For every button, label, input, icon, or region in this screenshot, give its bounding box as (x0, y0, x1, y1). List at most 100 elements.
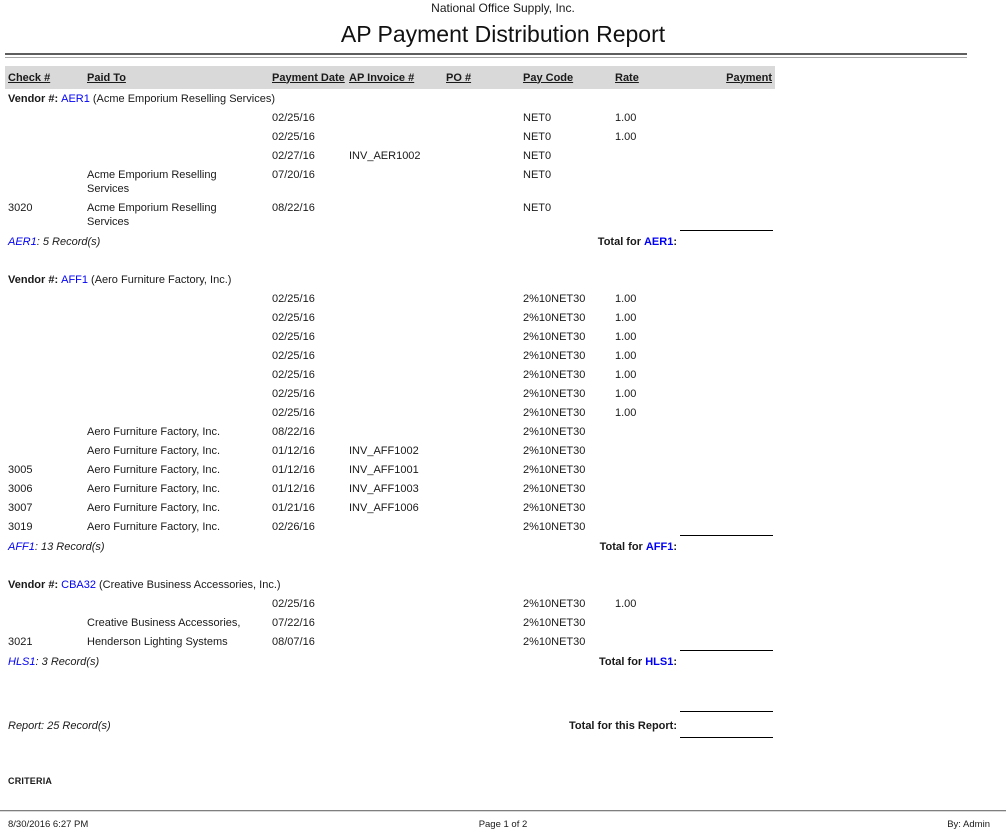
vendor-number-label: Vendor #: (8, 579, 58, 591)
cell-pay_code: 2%10NET30 (523, 444, 615, 458)
vendor-header: Vendor #:CBA32(Creative Business Accesso… (8, 578, 1006, 592)
cell-check: 3005 (5, 463, 87, 477)
table-row: 02/25/162%10NET301.00 (5, 597, 1006, 611)
cell-payment_date: 02/25/16 (268, 311, 349, 325)
section-total-label: Total forAER1: (5, 236, 677, 248)
table-row: Creative Business Accessories,07/22/162%… (5, 616, 1006, 630)
cell-pay_code: 2%10NET30 (523, 482, 615, 496)
vendor-section-CBA32: Vendor #:CBA32(Creative Business Accesso… (0, 578, 1006, 669)
vendor-header: Vendor #:AFF1(Aero Furniture Factory, In… (8, 273, 1006, 287)
col-header-cell-pay_code: Pay Code (523, 72, 615, 84)
cell-paid_to: Henderson Lighting Systems (87, 635, 268, 649)
cell-rate: 1.00 (615, 111, 678, 125)
section-total-code-link[interactable]: HLS1 (645, 656, 673, 668)
vendor-code-link[interactable]: AER1 (61, 93, 90, 105)
cell-pay_code: 2%10NET30 (523, 368, 615, 382)
cell-payment_date: 02/25/16 (268, 406, 349, 420)
report-total-rule-bottom (680, 737, 773, 738)
cell-pay_code: NET0 (523, 149, 615, 163)
table-row: 02/25/162%10NET301.00 (5, 406, 1006, 420)
cell-pay_code: 2%10NET30 (523, 330, 615, 344)
col-header-label-rate: Rate (615, 72, 639, 84)
vendor-section-AER1: Vendor #:AER1(Acme Emporium Reselling Se… (0, 92, 1006, 249)
cell-pay_code: NET0 (523, 201, 615, 215)
vendor-name: (Aero Furniture Factory, Inc.) (91, 274, 231, 286)
column-header-row: Check #Paid ToPayment DateAP Invoice #PO… (5, 66, 775, 89)
vendor-section-AFF1: Vendor #:AFF1(Aero Furniture Factory, In… (0, 273, 1006, 554)
cell-paid_to: Aero Furniture Factory, Inc. (87, 425, 268, 439)
cell-paid_to: Aero Furniture Factory, Inc. (87, 501, 268, 515)
cell-check: 3021 (5, 635, 87, 649)
cell-ap_invoice: INV_AFF1003 (349, 482, 446, 496)
cell-payment_date: 02/25/16 (268, 330, 349, 344)
page-footer: 8/30/2016 6:27 PM Page 1 of 2 By: Admin (0, 810, 1006, 840)
cell-payment_date: 08/22/16 (268, 425, 349, 439)
cell-payment_date: 02/25/16 (268, 597, 349, 611)
cell-pay_code: 2%10NET30 (523, 349, 615, 363)
report-page: National Office Supply, Inc. AP Payment … (0, 0, 1006, 840)
vendor-name: (Acme Emporium Reselling Services) (93, 93, 275, 105)
section-footer: AFF1: 13 Record(s)Total forAFF1: (0, 539, 1006, 554)
cell-pay_code: 2%10NET30 (523, 616, 615, 630)
table-row: Aero Furniture Factory, Inc.01/12/16INV_… (5, 444, 1006, 458)
cell-paid_to: Aero Furniture Factory, Inc. (87, 520, 268, 534)
report-total-rule-top (680, 711, 773, 712)
section-footer: HLS1: 3 Record(s)Total forHLS1: (0, 654, 1006, 669)
cell-rate: 1.00 (615, 349, 678, 363)
cell-pay_code: 2%10NET30 (523, 501, 615, 515)
cell-payment_date: 02/25/16 (268, 368, 349, 382)
vendor-header: Vendor #:AER1(Acme Emporium Reselling Se… (8, 92, 1006, 106)
report-title: AP Payment Distribution Report (0, 19, 1006, 49)
section-total-code-link[interactable]: AER1 (644, 236, 673, 248)
criteria-label: CRITERIA (8, 776, 52, 786)
col-header-cell-rate: Rate (615, 72, 678, 84)
section-total-code-link[interactable]: AFF1 (646, 541, 674, 553)
section-total-suffix: : (673, 236, 677, 248)
col-header-cell-check: Check # (5, 72, 87, 84)
col-header-label-ap_invoice: AP Invoice # (349, 72, 414, 84)
cell-ap_invoice: INV_AER1002 (349, 149, 446, 163)
cell-pay_code: 2%10NET30 (523, 520, 615, 534)
col-header-label-pay_code: Pay Code (523, 72, 573, 84)
report-body: Vendor #:AER1(Acme Emporium Reselling Se… (0, 92, 1006, 669)
cell-payment_date: 02/25/16 (268, 349, 349, 363)
col-header-label-check: Check # (8, 72, 50, 84)
cell-payment_date: 01/12/16 (268, 463, 349, 477)
vendor-code-link[interactable]: AFF1 (61, 274, 88, 286)
cell-paid_to: Creative Business Accessories, (87, 616, 268, 630)
cell-pay_code: NET0 (523, 111, 615, 125)
section-total-rule (680, 230, 773, 231)
table-row: Acme Emporium Reselling Services07/20/16… (5, 168, 1006, 196)
cell-paid_to: Aero Furniture Factory, Inc. (87, 482, 268, 496)
table-row: 02/25/16 2%10NET301.00 (5, 349, 1006, 363)
vendor-code-link[interactable]: CBA32 (61, 579, 96, 591)
col-header-cell-ap_invoice: AP Invoice # (349, 72, 446, 84)
table-row: 3020Acme Emporium Reselling Services08/2… (5, 201, 1006, 229)
cell-payment_date: 02/25/16 (268, 130, 349, 144)
cell-payment_date: 02/27/16 (268, 149, 349, 163)
cell-payment_date: 07/20/16 (268, 168, 349, 182)
vendor-number-label: Vendor #: (8, 274, 58, 286)
company-name: National Office Supply, Inc. (0, 0, 1006, 16)
col-header-cell-payment: Payment (678, 72, 773, 84)
table-row: 02/25/162%10NET301.00 (5, 330, 1006, 344)
cell-rate: 1.00 (615, 292, 678, 306)
cell-payment_date: 02/26/16 (268, 520, 349, 534)
col-header-label-payment: Payment (726, 72, 772, 84)
vendor-name: (Creative Business Accessories, Inc.) (99, 579, 281, 591)
col-header-cell-po: PO # (446, 72, 523, 84)
cell-payment_date: 02/25/16 (268, 292, 349, 306)
section-total-label: Total forHLS1: (5, 656, 677, 668)
col-header-cell-paid_to: Paid To (87, 72, 268, 84)
section-footer: AER1: 5 Record(s)Total forAER1: (0, 234, 1006, 249)
cell-pay_code: 2%10NET30 (523, 463, 615, 477)
cell-payment_date: 08/22/16 (268, 201, 349, 215)
col-header-label-paid_to: Paid To (87, 72, 126, 84)
cell-rate: 1.00 (615, 311, 678, 325)
table-row: 3005Aero Furniture Factory, Inc.01/12/16… (5, 463, 1006, 477)
cell-pay_code: NET0 (523, 168, 615, 182)
cell-pay_code: 2%10NET30 (523, 292, 615, 306)
col-header-label-po: PO # (446, 72, 471, 84)
section-total-prefix: Total for (600, 541, 643, 553)
cell-payment_date: 01/21/16 (268, 501, 349, 515)
